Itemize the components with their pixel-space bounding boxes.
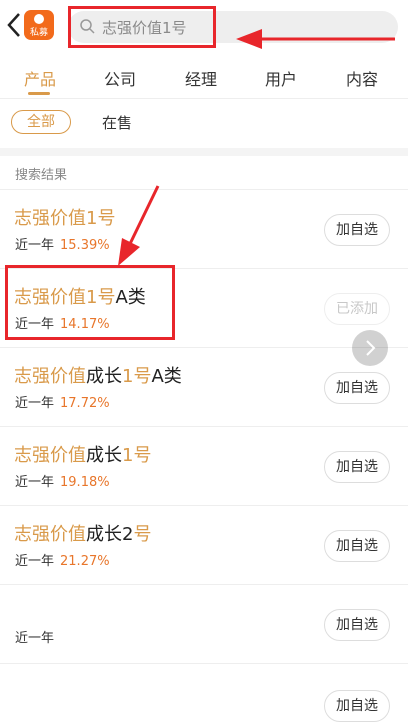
fund-return: 近一年 — [15, 631, 55, 646]
add-watchlist-button[interactable]: 加自选 — [324, 609, 390, 641]
chevron-right-icon — [366, 340, 376, 356]
float-next-button[interactable] — [352, 330, 388, 366]
fund-name: 志强价值成长1号 — [14, 445, 152, 466]
section-title: 搜索结果 — [15, 168, 68, 183]
list-item[interactable]: 志强价值成长2号 近一年 21.27% 加自选 — [0, 505, 408, 585]
add-watchlist-button[interactable]: 加自选 — [324, 214, 390, 246]
tab-manager[interactable]: 经理 — [185, 66, 217, 90]
list-item[interactable]: 志强价值1号 近一年 15.39% 加自选 — [0, 189, 408, 269]
add-watchlist-button[interactable]: 加自选 — [324, 372, 390, 404]
filter-bar: 全部 在售 — [0, 98, 408, 148]
fund-name: 志强价值成长2号 — [14, 524, 152, 545]
filter-all-chip[interactable]: 全部 — [11, 110, 71, 134]
fund-name: 志强价值1号 — [14, 208, 116, 229]
fund-name: 志强价值成长1号A类 — [14, 366, 182, 387]
add-watchlist-button[interactable]: 加自选 — [324, 451, 390, 483]
fund-return: 近一年 21.27% — [15, 554, 110, 569]
app-logo-text: 私募 — [29, 28, 48, 38]
back-arrow-icon[interactable] — [6, 12, 22, 38]
fund-return: 近一年 15.39% — [15, 238, 110, 253]
annotation-highlight-result — [5, 265, 175, 340]
filter-on-sale[interactable]: 在售 — [102, 112, 132, 133]
list-item[interactable]: 志强价值成长1号 近一年 19.18% 加自选 — [0, 426, 408, 506]
active-tab-indicator — [28, 92, 50, 95]
tab-user[interactable]: 用户 — [265, 66, 297, 90]
tab-company[interactable]: 公司 — [104, 66, 136, 90]
section-divider — [0, 148, 408, 156]
add-watchlist-button[interactable]: 加自选 — [324, 530, 390, 562]
logo-dot-icon — [34, 14, 44, 24]
fund-return: 近一年 19.18% — [15, 475, 110, 490]
tab-product[interactable]: 产品 — [24, 66, 56, 90]
add-watchlist-button[interactable]: 加自选 — [324, 690, 390, 722]
annotation-highlight-search — [68, 6, 216, 48]
app-logo: 私募 — [24, 10, 54, 40]
category-tabs: 产品 公司 经理 用户 内容 — [0, 52, 408, 99]
tab-content[interactable]: 内容 — [346, 66, 378, 90]
list-item[interactable]: 志强价值成长1号A类 近一年 17.72% 加自选 — [0, 347, 408, 427]
list-item[interactable]: 加自选 — [0, 663, 408, 722]
fund-return: 近一年 17.72% — [15, 396, 110, 411]
list-item[interactable]: 近一年 加自选 — [0, 584, 408, 664]
added-button[interactable]: 已添加 — [324, 293, 390, 325]
